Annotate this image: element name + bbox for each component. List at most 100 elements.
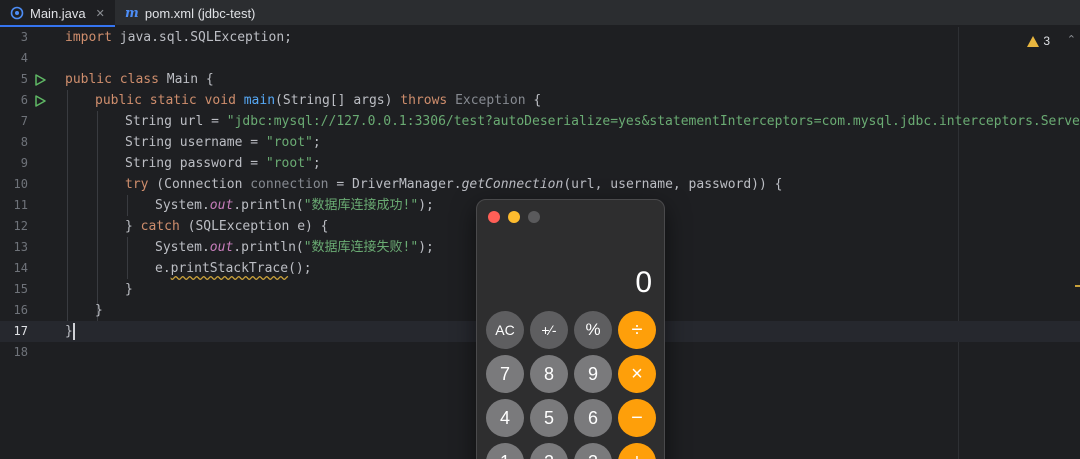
line-number: 10: [13, 177, 28, 191]
code-token: String url =: [125, 114, 227, 129]
code-token: .println(: [233, 240, 304, 255]
line-number: 4: [20, 51, 28, 65]
sign-toggle-button[interactable]: +⁄-: [530, 311, 568, 349]
line-number: 8: [20, 135, 28, 149]
code-token: printStackTrace: [170, 261, 289, 276]
code-token: (url, username, password)) {: [563, 177, 783, 192]
tab-label: Main.java: [30, 5, 86, 21]
digit-5-button[interactable]: 5: [530, 399, 568, 437]
percent-button[interactable]: %: [574, 311, 612, 349]
line-number: 9: [20, 156, 28, 170]
editor-tab-bar: Main.java ✕ m pom.xml (jdbc-test): [0, 0, 1080, 27]
code-token: Exception: [447, 93, 526, 108]
code-token: System.: [155, 240, 210, 255]
line-number: 15: [13, 282, 28, 296]
code-token: {: [525, 93, 542, 108]
digit-4-button[interactable]: 4: [486, 399, 524, 437]
digit-9-button[interactable]: 9: [574, 355, 612, 393]
close-window-button[interactable]: [488, 211, 500, 223]
line-number: 16: [13, 303, 28, 317]
code-token: java.sql.SQLException;: [111, 30, 292, 45]
code-token: );: [418, 198, 434, 213]
code-token: ;: [312, 135, 321, 150]
code-token: = DriverManager.: [328, 177, 462, 192]
maven-icon: m: [124, 5, 139, 21]
code-token: (Connection: [148, 177, 251, 192]
code-token: import: [65, 30, 112, 45]
text-caret: [72, 323, 75, 340]
code-token: "数据库连接成功!": [303, 198, 419, 213]
code-token: catch: [140, 219, 180, 234]
line-number: 7: [20, 114, 28, 128]
run-icon[interactable]: [34, 95, 46, 107]
run-icon[interactable]: [34, 74, 46, 86]
line-number: 11: [13, 198, 28, 212]
code-token: Main {: [158, 72, 214, 87]
code-token: "root": [265, 156, 313, 171]
divide-button[interactable]: ÷: [618, 311, 656, 349]
calculator-window[interactable]: 0 AC +⁄- % ÷ 7 8 9 × 4 5 6 − 1 2 3 +: [476, 199, 665, 459]
minimize-window-button[interactable]: [508, 211, 520, 223]
code-line: 4: [0, 48, 1080, 69]
code-token: public: [95, 93, 142, 108]
digit-3-button[interactable]: 3: [574, 443, 612, 459]
code-token: "root": [265, 135, 313, 150]
zoom-window-button[interactable]: [528, 211, 540, 223]
code-token: main: [235, 93, 276, 108]
line-number: 6: [20, 93, 28, 107]
calculator-display: 0: [635, 266, 652, 299]
code-line: 7 String url = "jdbc:mysql://127.0.0.1:3…: [0, 111, 1080, 132]
tab-pom-xml[interactable]: m pom.xml (jdbc-test): [115, 0, 266, 26]
code-token: ;: [312, 156, 321, 171]
code-token: connection: [250, 177, 329, 192]
digit-2-button[interactable]: 2: [530, 443, 568, 459]
all-clear-button[interactable]: AC: [486, 311, 524, 349]
line-number: 17: [13, 324, 28, 338]
plus-button[interactable]: +: [618, 443, 656, 459]
tab-label: pom.xml (jdbc-test): [144, 5, 256, 21]
multiply-button[interactable]: ×: [618, 355, 656, 393]
digit-6-button[interactable]: 6: [574, 399, 612, 437]
code-token: static: [141, 93, 197, 108]
code-token: "jdbc:mysql://127.0.0.1:3306/test?autoDe…: [226, 114, 1080, 129]
line-number: 12: [13, 219, 28, 233]
digit-7-button[interactable]: 7: [486, 355, 524, 393]
code-token: String username =: [125, 135, 266, 150]
tab-main-java[interactable]: Main.java ✕: [0, 0, 115, 27]
line-number: 5: [20, 72, 28, 86]
code-token: ();: [288, 261, 312, 276]
code-token: (String[] args): [275, 93, 401, 108]
line-number: 13: [13, 240, 28, 254]
code-token: public: [65, 72, 112, 87]
line-number: 14: [13, 261, 28, 275]
code-token: getConnection: [461, 177, 564, 192]
code-token: }: [65, 324, 73, 339]
code-token: .println(: [233, 198, 304, 213]
code-line: 9 String password = "root";: [0, 153, 1080, 174]
code-token: System.: [155, 198, 210, 213]
code-token: );: [418, 240, 434, 255]
digit-8-button[interactable]: 8: [530, 355, 568, 393]
code-token: }: [95, 303, 103, 318]
code-token: }: [125, 219, 141, 234]
code-token: "数据库连接失败!": [303, 240, 419, 255]
code-line: 3 import java.sql.SQLException;: [0, 27, 1080, 48]
code-token: out: [209, 240, 234, 255]
code-token: out: [209, 198, 234, 213]
code-line: 5 public class Main {: [0, 69, 1080, 90]
code-line: 10 try (Connection connection = DriverMa…: [0, 174, 1080, 195]
minus-button[interactable]: −: [618, 399, 656, 437]
code-token: throws: [400, 93, 448, 108]
code-line: 8 String username = "root";: [0, 132, 1080, 153]
line-number: 3: [20, 30, 28, 44]
code-token: void: [196, 93, 236, 108]
close-icon[interactable]: ✕: [96, 7, 105, 20]
java-class-icon: [10, 6, 24, 20]
code-token: }: [125, 282, 133, 297]
digit-1-button[interactable]: 1: [486, 443, 524, 459]
code-token: try: [125, 177, 149, 192]
code-token: (SQLException e) {: [179, 219, 329, 234]
line-number: 18: [13, 345, 28, 359]
code-line: 6 public static void main(String[] args)…: [0, 90, 1080, 111]
code-token: String password =: [125, 156, 266, 171]
